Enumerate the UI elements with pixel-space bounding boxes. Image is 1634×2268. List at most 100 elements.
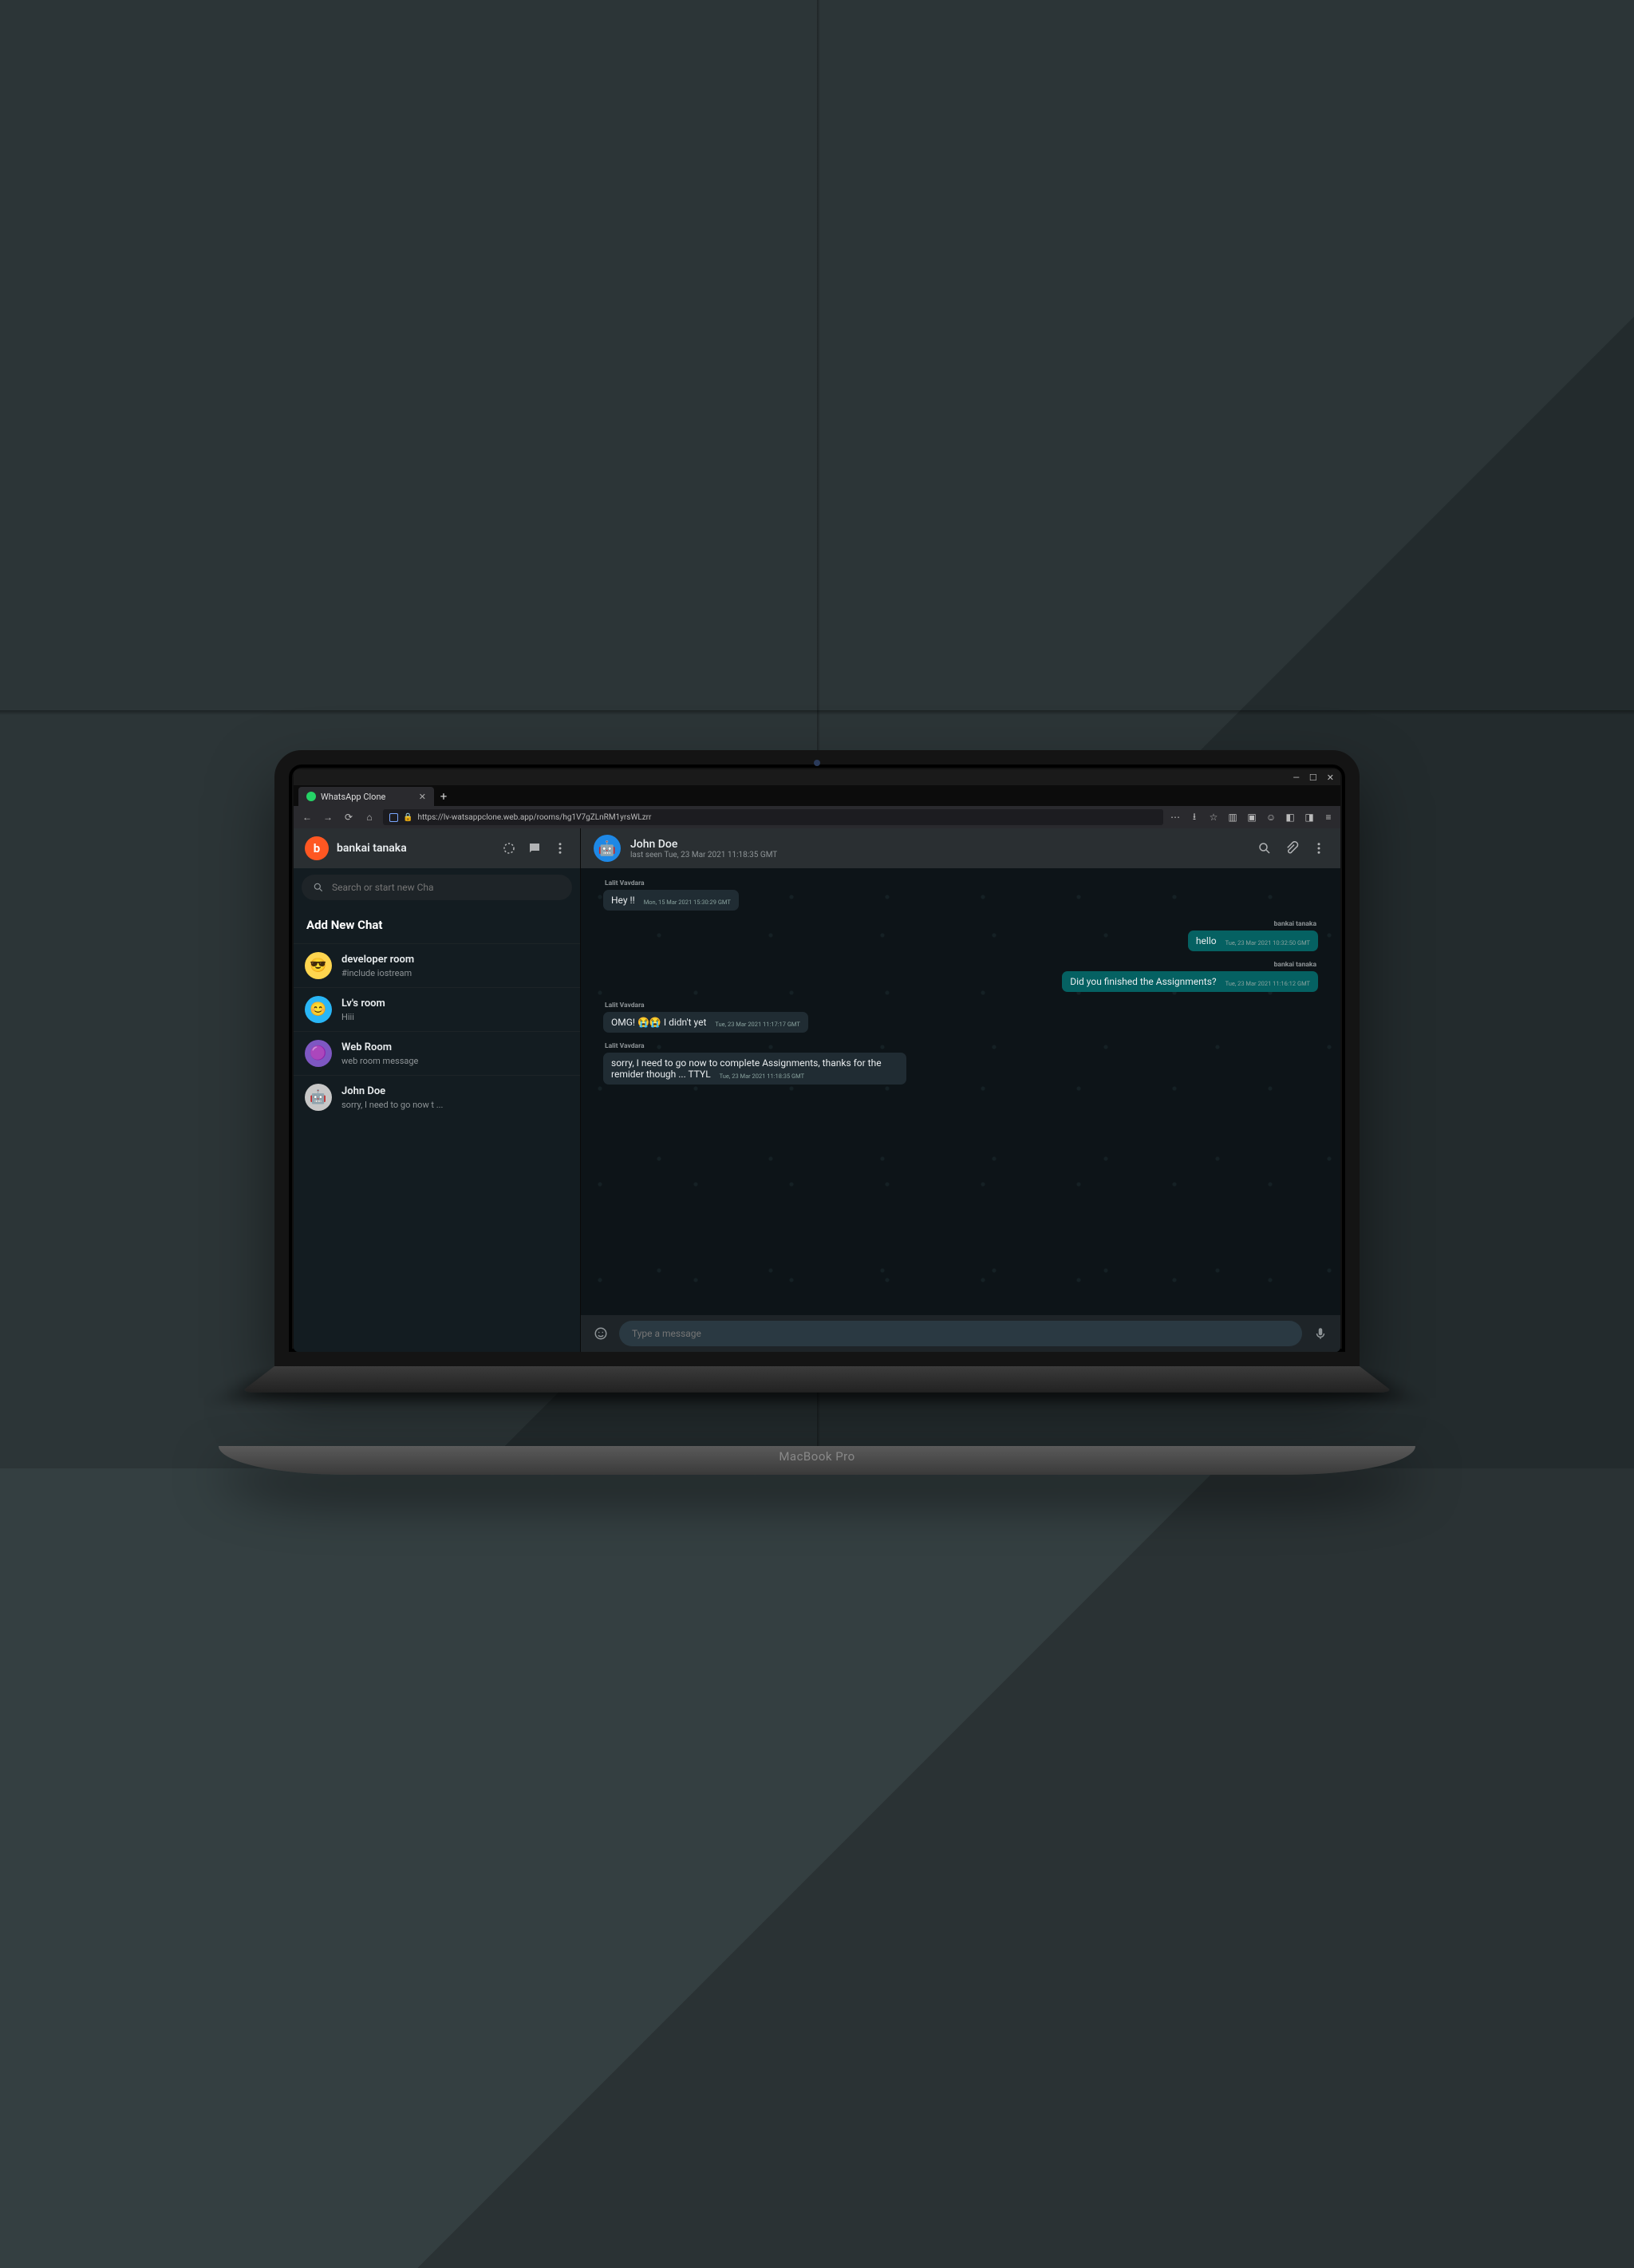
browser-tab[interactable]: WhatsApp Clone ✕ <box>298 787 434 806</box>
tab-close-icon[interactable]: ✕ <box>419 792 426 802</box>
attach-icon[interactable] <box>1283 840 1300 857</box>
chat-preview: sorry, I need to go now t ... <box>341 1100 443 1110</box>
chat-row-lvs-room[interactable]: 😊 Lv's room Hiii <box>294 987 580 1031</box>
account-icon[interactable]: ☺ <box>1265 812 1277 823</box>
message-input[interactable] <box>619 1321 1302 1346</box>
sidebar-header: b bankai tanaka <box>294 828 580 868</box>
library-icon[interactable]: ▥ <box>1227 812 1238 823</box>
laptop-base: MacBook Pro <box>219 1446 1415 1475</box>
emoji-icon[interactable] <box>592 1325 610 1342</box>
user-avatar[interactable]: b <box>305 836 329 860</box>
search-input[interactable] <box>332 882 561 893</box>
add-new-chat-heading: Add New Chat <box>294 907 580 943</box>
tab-title: WhatsApp Clone <box>321 792 385 802</box>
chat-preview: web room message <box>341 1056 418 1066</box>
mic-icon[interactable] <box>1312 1325 1329 1342</box>
message-group: Lalit Vavdara Hey !! Mon, 15 Mar 2021 15… <box>603 879 1318 911</box>
screenshot-icon[interactable]: ▣ <box>1246 812 1257 823</box>
nav-reload-icon[interactable]: ⟳ <box>341 810 356 824</box>
favicon-icon <box>306 792 316 801</box>
chat-avatar: 😊 <box>305 996 332 1023</box>
user-name: bankai tanaka <box>337 842 407 855</box>
search-box[interactable] <box>302 875 572 900</box>
nav-back-icon[interactable]: ← <box>300 810 314 824</box>
chat-row-john-doe[interactable]: 🤖 John Doe sorry, I need to go now t ... <box>294 1075 580 1119</box>
chat-name: John Doe <box>341 1085 443 1097</box>
message-timestamp: Mon, 15 Mar 2021 15:30:29 GMT <box>644 899 731 906</box>
message-text: Hey !! <box>611 895 635 906</box>
new-tab-button[interactable]: + <box>434 787 453 806</box>
contact-avatar[interactable]: 🤖 <box>594 835 621 862</box>
message-group: bankai tanaka Did you finished the Assig… <box>603 961 1318 992</box>
status-ring-icon[interactable] <box>500 840 518 857</box>
message-sender: bankai tanaka <box>605 961 1316 969</box>
message-bubble-out: hello Tue, 23 Mar 2021 10:32:50 GMT <box>1188 931 1318 951</box>
search-icon <box>313 882 324 893</box>
message-sender: Lalit Vavdara <box>605 879 1318 887</box>
shield-icon <box>389 813 398 822</box>
background-floor <box>0 1468 1634 2268</box>
laptop-screen: — ☐ ✕ WhatsApp Clone ✕ + ← → ⟳ ⌂ 🔒 <box>294 769 1340 1352</box>
chat-preview: #include iostream <box>341 968 414 978</box>
message-timestamp: Tue, 23 Mar 2021 10:32:50 GMT <box>1226 939 1310 946</box>
window-minimize[interactable]: — <box>1293 772 1300 783</box>
whatsapp-app: b bankai tanaka <box>294 828 1340 1352</box>
chat-avatar: 🤖 <box>305 1084 332 1111</box>
lock-icon: 🔒 <box>403 813 412 822</box>
contact-last-seen: last seen Tue, 23 Mar 2021 11:18:35 GMT <box>630 851 777 859</box>
laptop-keyboard-deck <box>240 1366 1394 1393</box>
sidebar-menu-icon[interactable] <box>551 840 569 857</box>
url-text: https://lv-watsappclone.web.app/rooms/hg… <box>417 813 651 822</box>
message-bubble-out: Did you finished the Assignments? Tue, 2… <box>1062 971 1318 992</box>
contact-name: John Doe <box>630 838 777 851</box>
chat-name: Web Room <box>341 1041 418 1053</box>
chat-header: 🤖 John Doe last seen Tue, 23 Mar 2021 11… <box>581 828 1340 868</box>
window-titlebar: — ☐ ✕ <box>294 769 1340 785</box>
chat-name: Lv's room <box>341 998 385 1010</box>
nav-home-icon[interactable]: ⌂ <box>362 810 377 824</box>
message-sender: Lalit Vavdara <box>605 1002 1318 1010</box>
message-sender: Lalit Vavdara <box>605 1042 1318 1050</box>
extension2-icon[interactable]: ◨ <box>1304 812 1315 823</box>
chat-row-developer-room[interactable]: 😎 developer room #include iostream <box>294 943 580 987</box>
message-group: Lalit Vavdara OMG! 😭😭 I didn't yet Tue, … <box>603 1002 1318 1033</box>
browser-navbar: ← → ⟳ ⌂ 🔒 https://lv-watsappclone.web.ap… <box>294 806 1340 828</box>
laptop-lid: — ☐ ✕ WhatsApp Clone ✕ + ← → ⟳ ⌂ 🔒 <box>274 750 1360 1366</box>
chat-panel: 🤖 John Doe last seen Tue, 23 Mar 2021 11… <box>581 828 1340 1352</box>
message-timestamp: Tue, 23 Mar 2021 11:17:17 GMT <box>715 1021 799 1028</box>
chat-avatar: 😎 <box>305 952 332 979</box>
download-icon[interactable]: ⭳ <box>1189 812 1200 823</box>
chat-row-web-room[interactable]: 🟣 Web Room web room message <box>294 1031 580 1075</box>
message-list[interactable]: Lalit Vavdara Hey !! Mon, 15 Mar 2021 15… <box>581 868 1340 1315</box>
chat-menu-icon[interactable] <box>1310 840 1328 857</box>
chat-name: developer room <box>341 954 414 966</box>
message-sender: bankai tanaka <box>605 920 1316 928</box>
message-text: OMG! 😭😭 I didn't yet <box>611 1017 706 1028</box>
message-timestamp: Tue, 23 Mar 2021 11:16:12 GMT <box>1226 980 1310 987</box>
chat-list[interactable]: 😎 developer room #include iostream 😊 Lv'… <box>294 943 580 1352</box>
chat-avatar: 🟣 <box>305 1040 332 1067</box>
message-timestamp: Tue, 23 Mar 2021 11:18:35 GMT <box>720 1073 804 1080</box>
url-bar[interactable]: 🔒 https://lv-watsappclone.web.app/rooms/… <box>383 809 1163 825</box>
chat-search-icon[interactable] <box>1256 840 1273 857</box>
window-maximize[interactable]: ☐ <box>1309 772 1317 783</box>
window-close[interactable]: ✕ <box>1327 772 1334 783</box>
composer <box>581 1315 1340 1352</box>
new-chat-icon[interactable] <box>526 840 543 857</box>
message-bubble-in: OMG! 😭😭 I didn't yet Tue, 23 Mar 2021 11… <box>603 1012 808 1033</box>
browser-tabstrip: WhatsApp Clone ✕ + <box>294 785 1340 806</box>
message-group: Lalit Vavdara sorry, I need to go now to… <box>603 1042 1318 1085</box>
message-group: bankai tanaka hello Tue, 23 Mar 2021 10:… <box>603 920 1318 951</box>
nav-forward-icon[interactable]: → <box>321 810 335 824</box>
star-icon[interactable]: ☆ <box>1208 812 1219 823</box>
extension1-icon[interactable]: ◧ <box>1285 812 1296 823</box>
message-text: Did you finished the Assignments? <box>1070 976 1216 987</box>
more-dots-icon[interactable]: ⋯ <box>1170 812 1181 823</box>
hamburger-menu-icon[interactable]: ≡ <box>1323 812 1334 823</box>
navbar-right-icons: ⋯ ⭳ ☆ ▥ ▣ ☺ ◧ ◨ ≡ <box>1170 812 1334 823</box>
sidebar: b bankai tanaka <box>294 828 581 1352</box>
laptop-label: MacBook Pro <box>779 1449 854 1464</box>
message-bubble-in: sorry, I need to go now to complete Assi… <box>603 1053 906 1085</box>
chat-preview: Hiii <box>341 1012 385 1022</box>
message-bubble-in: Hey !! Mon, 15 Mar 2021 15:30:29 GMT <box>603 890 739 911</box>
